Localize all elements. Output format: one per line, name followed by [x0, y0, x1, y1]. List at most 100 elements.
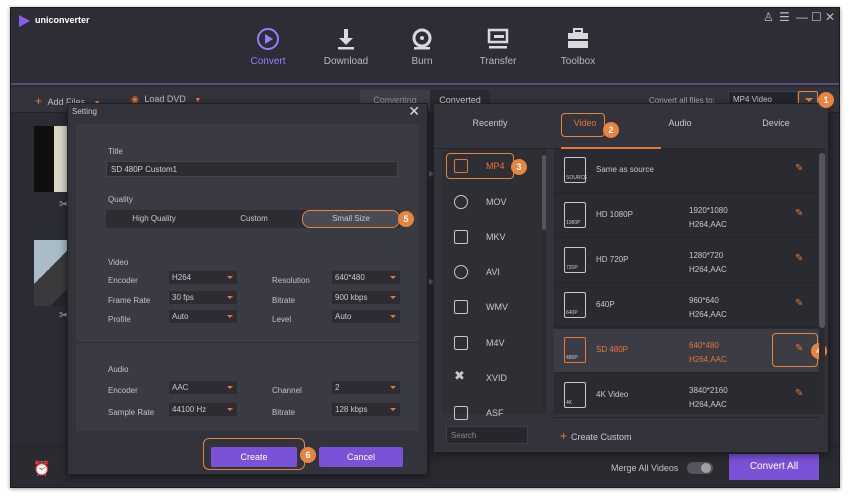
format-item-asf[interactable]: ASF: [442, 396, 542, 430]
preset-item[interactable]: 640P 640P 960*640 H264,AAC ✎: [554, 284, 819, 328]
preset-tag: 1080P: [566, 220, 581, 226]
top-bar: uniconverter ♙ ☰ — ☐ ✕ Convert Download: [11, 8, 839, 85]
format-name: XVID: [486, 373, 508, 383]
tab-recently[interactable]: Recently: [450, 118, 530, 128]
scroll-thumb[interactable]: [542, 155, 546, 230]
video-encoder-label: Encoder: [108, 276, 138, 285]
edit-icon[interactable]: ✎: [795, 208, 807, 220]
nav-download[interactable]: Download: [311, 26, 381, 67]
preset-file-icon: 1080P: [564, 202, 586, 228]
format-item-mkv[interactable]: MKV: [442, 220, 542, 254]
title-input[interactable]: SD 480P Custom1: [106, 161, 398, 177]
preset-search-input[interactable]: Search: [446, 426, 528, 444]
nav-convert[interactable]: Convert: [233, 26, 303, 67]
create-custom-label: Create Custom: [571, 432, 632, 442]
close-icon[interactable]: ✕: [408, 103, 420, 120]
format-panel: Recently Video 2 Audio Device MP4 MOV MK…: [433, 103, 829, 453]
quality-small-size[interactable]: Small Size: [302, 210, 400, 228]
sample-rate-select[interactable]: 44100 Hz: [169, 403, 237, 416]
preset-file-icon: 720P: [564, 247, 586, 273]
alarm-icon[interactable]: ⏰: [33, 460, 50, 477]
format-name: MKV: [486, 232, 506, 242]
merge-toggle[interactable]: [687, 462, 713, 474]
format-scrollbar[interactable]: [542, 149, 546, 414]
tab-device[interactable]: Device: [736, 118, 816, 128]
channel-select[interactable]: 2: [332, 381, 400, 394]
preset-item[interactable]: 4K 4K Video 3840*2160 H264,AAC ✎: [554, 374, 819, 418]
format-item-avi[interactable]: AVI: [442, 255, 542, 289]
audio-bitrate-select[interactable]: 128 kbps: [332, 403, 400, 416]
maximize-icon[interactable]: ☐: [811, 10, 822, 24]
preset-item[interactable]: 1080P HD 1080P 1920*1080 H264,AAC ✎: [554, 194, 819, 238]
audio-encoder-select[interactable]: AAC: [169, 381, 237, 394]
preset-name: SD 480P: [596, 345, 629, 354]
preset-resolution: 1920*1080: [689, 206, 728, 215]
quality-high[interactable]: High Quality: [106, 210, 202, 228]
user-icon[interactable]: ♙: [763, 10, 774, 24]
edit-icon[interactable]: ✎: [795, 343, 807, 355]
format-item-mp4[interactable]: MP4: [442, 149, 542, 183]
cancel-button[interactable]: Cancel: [319, 447, 403, 467]
close-icon[interactable]: ✕: [825, 10, 835, 24]
tab-audio[interactable]: Audio: [640, 118, 720, 128]
preset-codec: H264,AAC: [689, 265, 727, 274]
preset-resolution: 960*640: [689, 296, 719, 305]
step-badge-6: 6: [300, 447, 316, 463]
resolution-select[interactable]: 640*480: [332, 271, 400, 284]
preset-item-selected[interactable]: 480P SD 480P 640*480 H264,AAC ✎: [554, 329, 819, 373]
format-item-wmv[interactable]: WMV: [442, 290, 542, 324]
scroll-thumb[interactable]: [819, 153, 825, 328]
profile-select[interactable]: Auto: [169, 310, 237, 323]
m4v-icon: [454, 336, 468, 350]
edit-icon[interactable]: ✎: [795, 388, 807, 400]
preset-item[interactable]: SOURCE Same as source ✎: [554, 149, 819, 193]
preset-tag: 4K: [566, 400, 573, 406]
preset-codec: H264,AAC: [689, 355, 727, 364]
quality-selector: High Quality Custom Small Size: [106, 210, 400, 228]
preset-scrollbar[interactable]: [819, 149, 825, 414]
edit-icon[interactable]: ✎: [795, 253, 807, 265]
frame-rate-select[interactable]: 30 fps: [169, 291, 237, 304]
quality-custom[interactable]: Custom: [206, 210, 302, 228]
nav-transfer[interactable]: Transfer: [463, 26, 533, 67]
preset-item[interactable]: 720P HD 720P 1280*720 H264,AAC ✎: [554, 239, 819, 283]
level-select[interactable]: Auto: [332, 310, 400, 323]
audio-label: Audio: [108, 365, 129, 374]
preset-spec: 3840*2160 H264,AAC: [689, 384, 728, 412]
preset-spec: 1920*1080 H264,AAC: [689, 204, 728, 232]
video-bitrate-select[interactable]: 900 kbps: [332, 291, 400, 304]
edit-icon[interactable]: ✎: [795, 298, 807, 310]
edit-icon[interactable]: ✎: [795, 163, 807, 175]
preset-name: 640P: [596, 300, 615, 309]
audio-encoder-label: Encoder: [108, 386, 138, 395]
minimize-icon[interactable]: —: [796, 10, 808, 24]
nav-label: Convert: [250, 56, 286, 67]
frame-rate-label: Frame Rate: [108, 296, 151, 305]
create-button[interactable]: Create: [211, 447, 297, 467]
app-name: uniconverter: [35, 15, 90, 25]
preset-codec: H264,AAC: [689, 400, 727, 409]
transfer-icon: [487, 28, 509, 49]
format-list: MP4 MOV MKV AVI WMV M4V ✖ XVID ASF: [442, 149, 542, 420]
clapper-icon: [454, 300, 468, 314]
mkv-icon: [454, 230, 468, 244]
quality-label: Quality: [108, 195, 133, 204]
level-label: Level: [272, 315, 292, 324]
menu-icon[interactable]: ☰: [779, 10, 790, 24]
preset-list: SOURCE Same as source ✎ 1080P HD 1080P 1…: [554, 149, 819, 418]
nav-burn[interactable]: Burn: [387, 26, 457, 67]
convert-all-button[interactable]: Convert All: [729, 454, 819, 480]
audio-bitrate-label: Bitrate: [272, 408, 296, 417]
create-custom-button[interactable]: + Create Custom: [560, 429, 632, 443]
preset-name: 4K Video: [596, 390, 629, 399]
nav-toolbox[interactable]: Toolbox: [543, 26, 613, 67]
format-item-m4v[interactable]: M4V: [442, 326, 542, 360]
format-item-xvid[interactable]: ✖ XVID: [442, 361, 542, 395]
format-name: WMV: [486, 302, 508, 312]
video-encoder-select[interactable]: H264: [169, 271, 237, 284]
preset-name: Same as source: [596, 165, 654, 174]
toggle-knob: [701, 463, 711, 473]
format-name: ASF: [486, 408, 504, 418]
format-item-mov[interactable]: MOV: [442, 185, 542, 219]
preset-resolution: 3840*2160: [689, 386, 728, 395]
